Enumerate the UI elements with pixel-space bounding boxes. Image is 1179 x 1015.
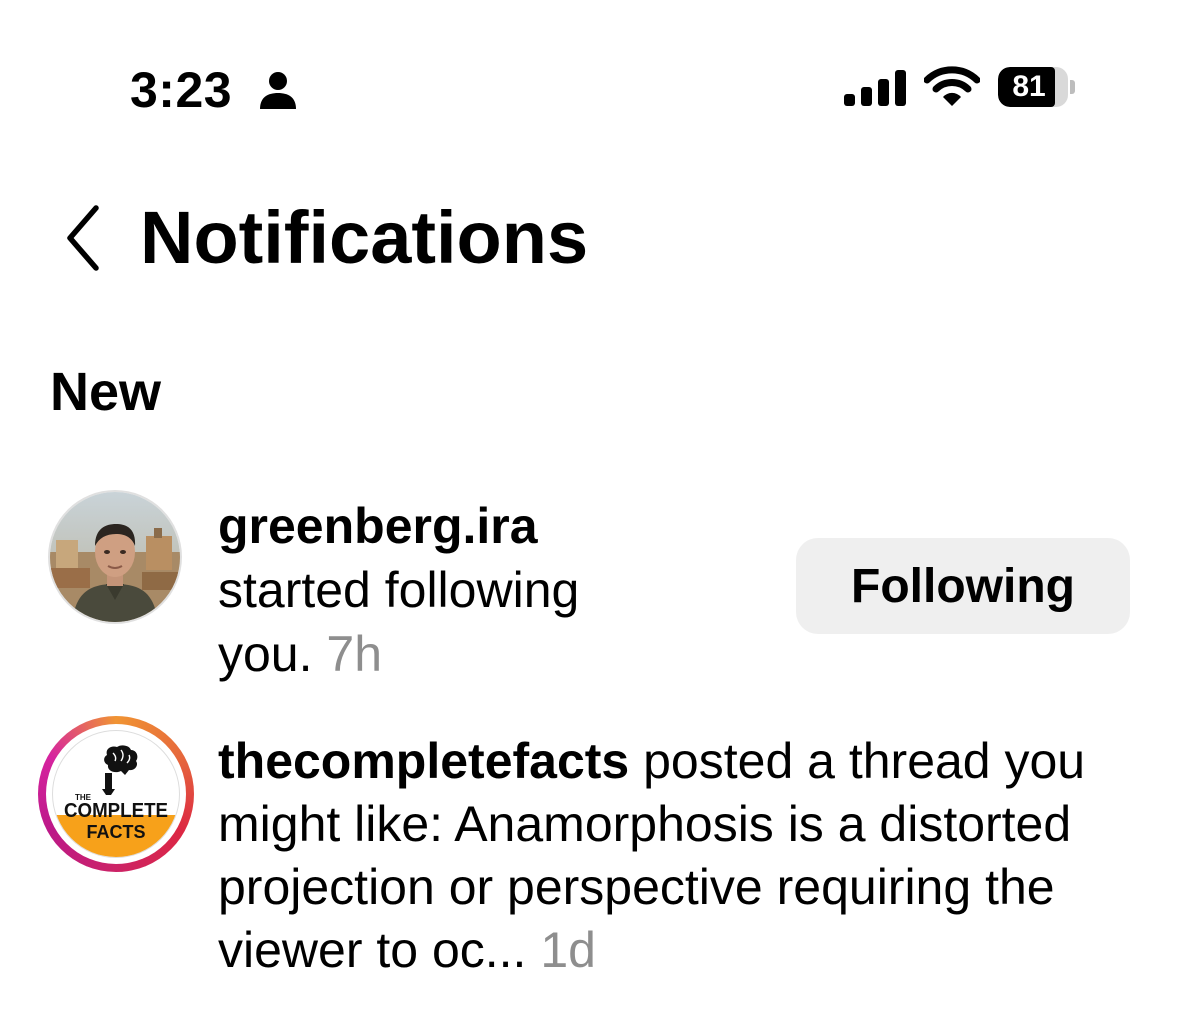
complete-facts-logo: THE COMPLETE FACTS xyxy=(52,730,180,858)
wifi-icon xyxy=(924,66,980,106)
page-title: Notifications xyxy=(140,196,589,279)
profile-photo xyxy=(50,492,180,622)
avatar-thecompletefacts[interactable]: THE COMPLETE FACTS xyxy=(38,716,194,872)
battery-cap xyxy=(1070,80,1075,94)
notification-text: greenberg.ira started following you. 7h xyxy=(218,494,678,686)
notifications-screen: 3:23 81 Notifications New greenberg.ira … xyxy=(0,0,1179,1015)
logo-text-complete: COMPLETE xyxy=(64,800,168,822)
battery-icon: 81 xyxy=(998,67,1075,107)
status-bar: 3:23 81 xyxy=(0,0,1179,180)
person-icon xyxy=(260,72,296,109)
battery-level: 81 xyxy=(1012,70,1046,103)
battery-body: 81 xyxy=(998,67,1068,107)
section-heading-new: New xyxy=(50,362,162,422)
back-button[interactable] xyxy=(58,200,108,276)
username-link[interactable]: thecompletefacts xyxy=(218,733,629,789)
signal-icon xyxy=(844,70,906,106)
username-link[interactable]: greenberg.ira xyxy=(218,498,538,554)
avatar-ring-gap: THE COMPLETE FACTS xyxy=(46,724,186,864)
status-time: 3:23 xyxy=(130,62,233,118)
avatar-greenberg-ira[interactable] xyxy=(50,492,180,622)
notification-timestamp: 7h xyxy=(326,626,383,682)
chevron-left-icon xyxy=(67,205,99,271)
logo-text-facts: FACTS xyxy=(86,822,145,842)
notification-message: started following you. xyxy=(218,562,580,682)
notification-text[interactable]: thecompletefacts posted a thread you mig… xyxy=(218,730,1128,982)
brain-logo-icon: THE COMPLETE FACTS xyxy=(53,745,179,857)
notification-timestamp: 1d xyxy=(540,922,596,978)
following-button[interactable]: Following xyxy=(796,538,1130,634)
